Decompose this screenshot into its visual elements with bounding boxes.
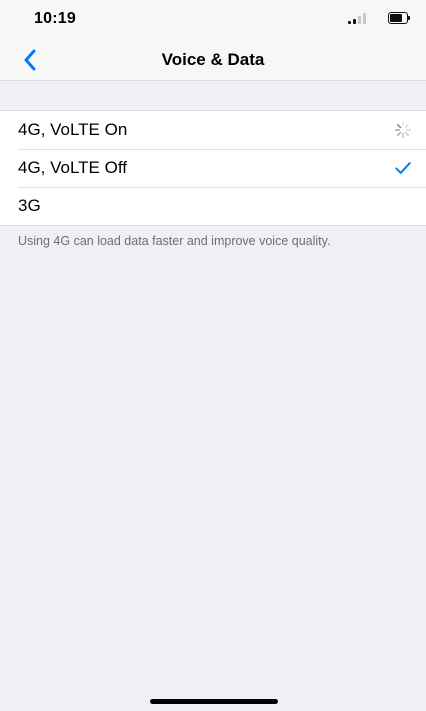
loading-spinner-icon bbox=[394, 121, 412, 139]
option-3g[interactable]: 3G bbox=[0, 187, 426, 225]
status-bar: 10:19 bbox=[0, 0, 426, 40]
battery-icon bbox=[388, 12, 410, 24]
footer-note: Using 4G can load data faster and improv… bbox=[18, 234, 331, 248]
option-4g-volte-off[interactable]: 4G, VoLTE Off bbox=[0, 149, 426, 187]
checkmark-icon bbox=[395, 162, 411, 174]
option-label: 3G bbox=[18, 196, 41, 215]
page-title: Voice & Data bbox=[161, 50, 265, 69]
cellular-signal-icon bbox=[348, 12, 366, 24]
option-label: 4G, VoLTE Off bbox=[18, 158, 127, 177]
option-4g-volte-on[interactable]: 4G, VoLTE On bbox=[0, 111, 426, 149]
navigation-bar: Voice & Data bbox=[0, 40, 426, 81]
home-indicator[interactable] bbox=[150, 699, 278, 704]
option-label: 4G, VoLTE On bbox=[18, 120, 128, 139]
voice-data-options-list: 4G, VoLTE On 4G, VoLTE Off 3G bbox=[0, 110, 426, 226]
status-time: 10:19 bbox=[34, 10, 76, 27]
